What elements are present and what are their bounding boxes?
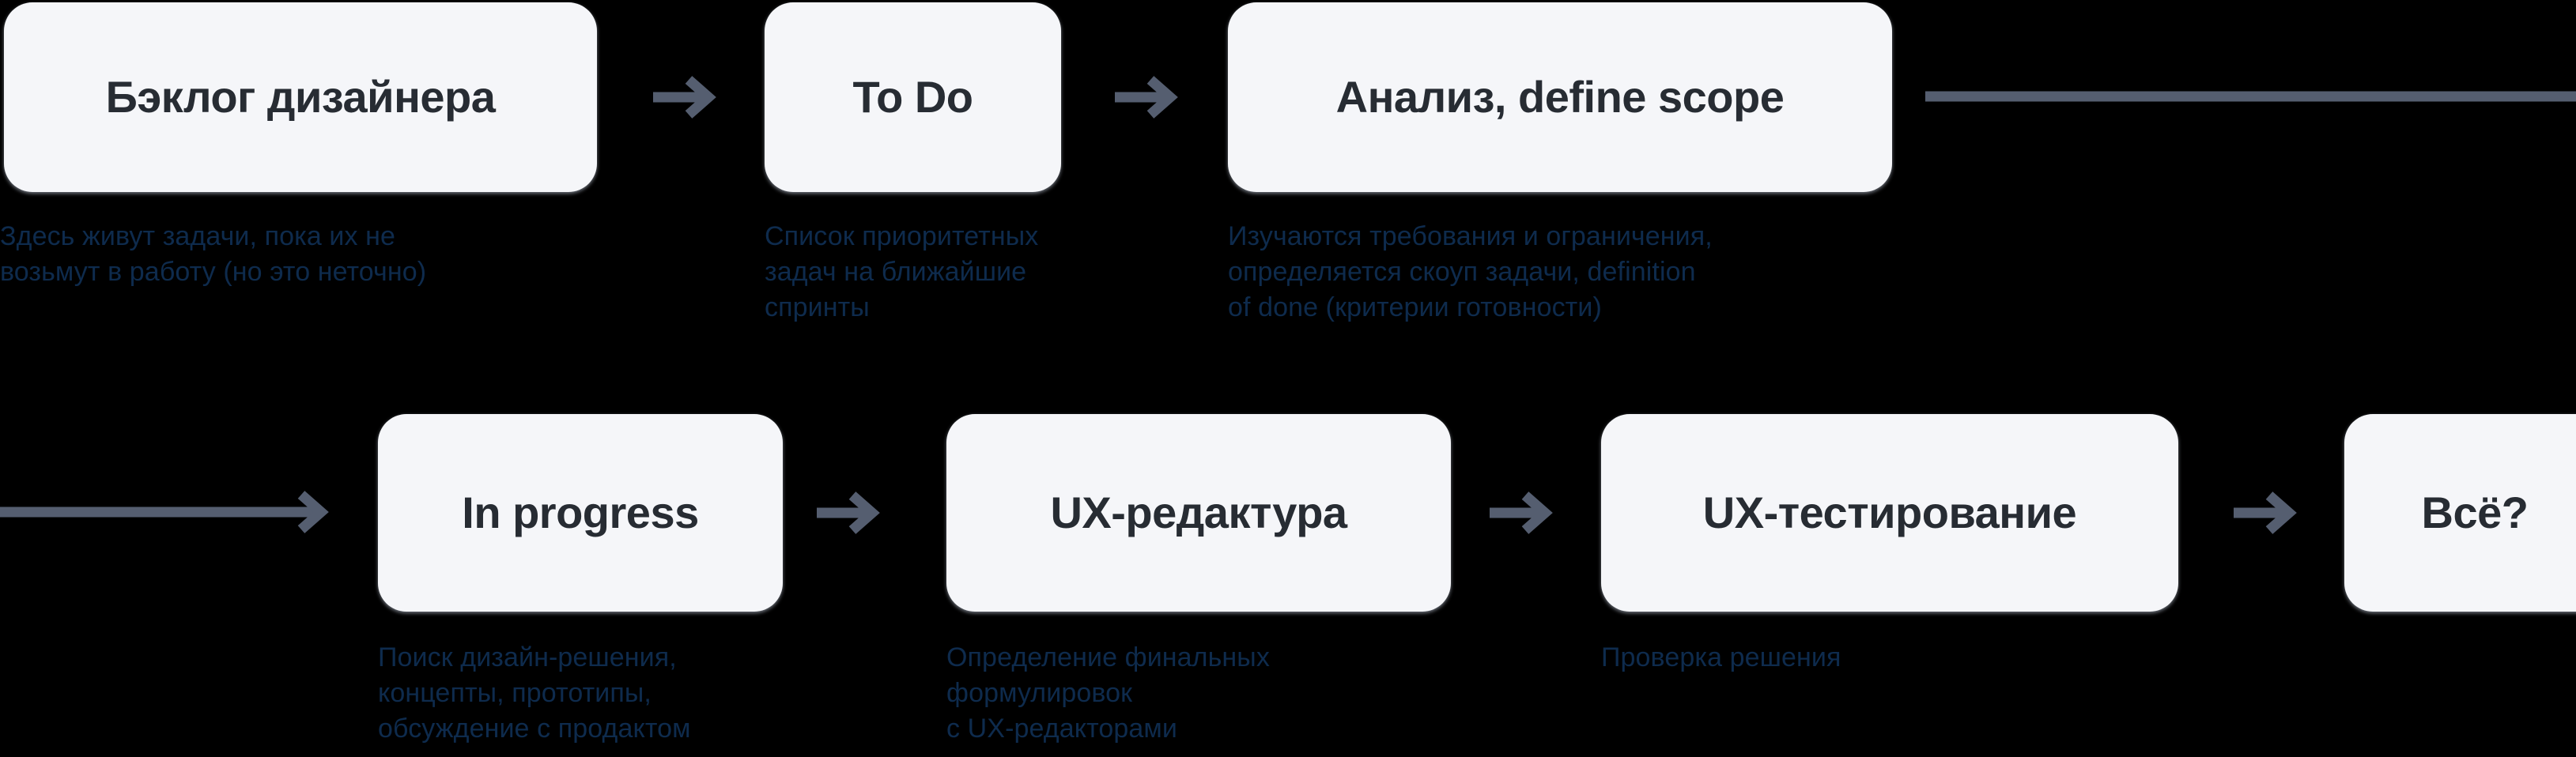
node-in-progress-label: In progress <box>462 488 699 537</box>
node-ux-editing-label: UX-редактура <box>1050 488 1347 537</box>
caption-todo: Список приоритетных задач на ближайшие с… <box>765 221 1039 323</box>
caption-ux-testing: Проверка решения <box>1601 642 1841 672</box>
arrow-right-icon-in-progress-to-ux-editing <box>812 488 880 537</box>
arrow-right-icon-backlog-to-todo <box>648 73 716 122</box>
node-backlog-label: Бэклог дизайнера <box>105 72 496 122</box>
flow-diagram-canvas: Бэклог дизайнера Здесь живут задачи, пок… <box>0 0 2576 757</box>
node-analysis-label: Анализ, define scope <box>1335 72 1785 122</box>
caption-ux-editing: Определение финальных формулировок с UX-… <box>946 642 1270 744</box>
arrow-right-icon-todo-to-analysis <box>1110 73 1178 122</box>
caption-in-progress: Поиск дизайн-решения, концепты, прототип… <box>378 642 691 744</box>
caption-analysis: Изучаются требования и ограничения, опре… <box>1228 221 1713 323</box>
arrow-right-icon-ux-testing-to-done <box>2229 488 2297 537</box>
node-ux-testing[interactable]: UX-тестирование <box>1601 414 2178 612</box>
node-ux-editing[interactable]: UX-редактура <box>946 414 1451 612</box>
connector-line-row1-wrap-out <box>1925 86 2576 107</box>
node-in-progress[interactable]: In progress <box>378 414 783 612</box>
node-done[interactable]: Всё? <box>2344 414 2576 612</box>
node-done-label: Всё? <box>2421 488 2529 537</box>
node-ux-testing-label: UX-тестирование <box>1702 488 2077 537</box>
node-analysis[interactable]: Анализ, define scope <box>1228 2 1892 192</box>
node-todo[interactable]: To Do <box>765 2 1061 192</box>
connector-long-arrow-row2-wrap-in <box>0 488 332 537</box>
arrow-right-icon-ux-editing-to-ux-testing <box>1485 488 1553 537</box>
caption-backlog: Здесь живут задачи, пока их не возьмут в… <box>0 221 427 288</box>
node-backlog[interactable]: Бэклог дизайнера <box>4 2 597 192</box>
node-todo-label: To Do <box>852 72 973 122</box>
